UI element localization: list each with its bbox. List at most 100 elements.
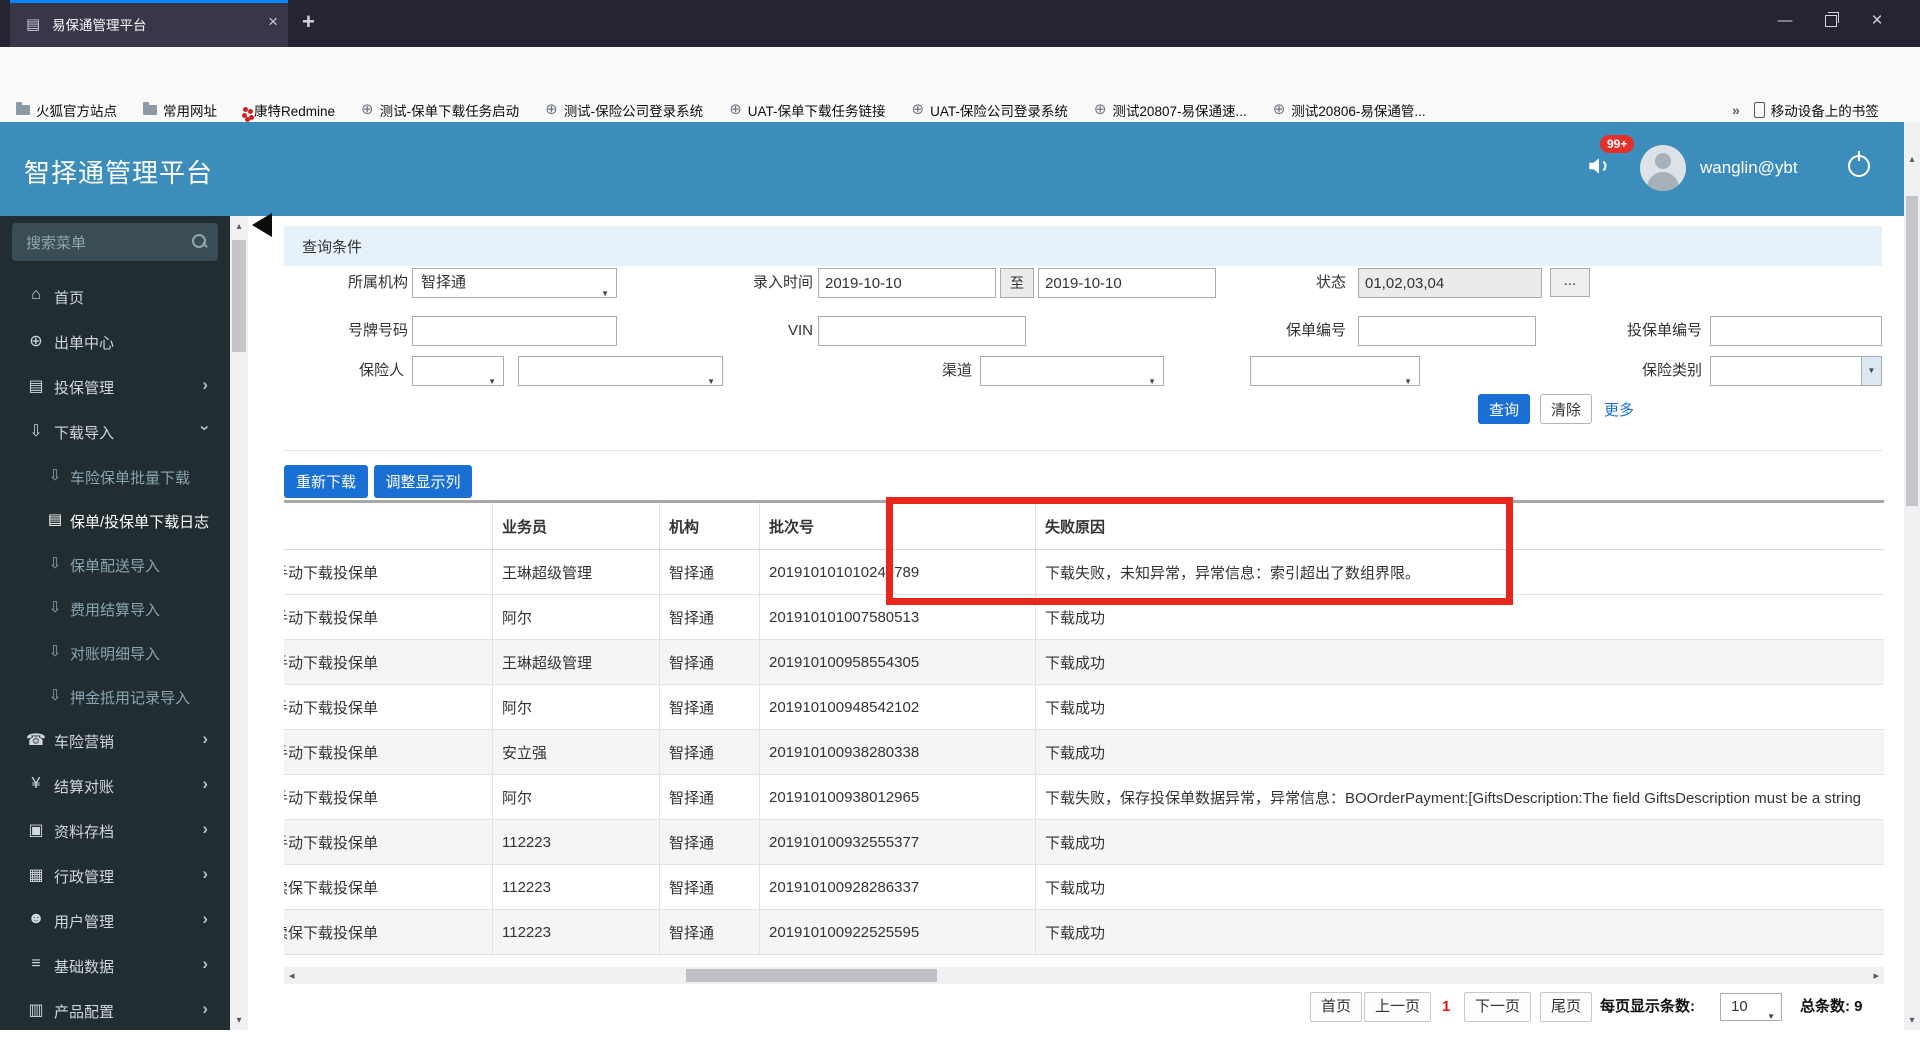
sidebar-scrollbar[interactable]: ▴ ▾	[230, 216, 248, 1030]
channel-label: 渠道	[941, 362, 972, 379]
scroll-left-icon[interactable]: ◂	[289, 969, 295, 982]
pagination-prev-button[interactable]: 上一页	[1364, 992, 1432, 1022]
sidebar-item[interactable]: ▤ 投保管理 ›	[0, 375, 230, 417]
sidebar-subitem-label: 押金抵用记录导入	[70, 690, 191, 707]
scroll-up-icon[interactable]: ▴	[230, 221, 248, 232]
proposal-no-input[interactable]	[1710, 316, 1882, 346]
insurer-type-select[interactable]: ▼	[412, 356, 504, 386]
sidebar-subitem[interactable]: ▤ 保单/投保单下载日志	[0, 509, 230, 549]
policy-no-input[interactable]	[1358, 316, 1536, 346]
globe-icon: ⊕	[361, 101, 374, 118]
window-restore-button[interactable]	[1808, 0, 1854, 42]
sidebar-item[interactable]: ⇩ 下载导入 ›	[0, 420, 230, 462]
sidebar-item[interactable]: ▣ 资料存档 ›	[0, 819, 230, 861]
sidebar-subitem[interactable]: ⇩ 保单配送导入	[0, 553, 230, 593]
page-scrollbar[interactable]: ▴ ▾	[1904, 122, 1920, 1030]
bookmark-item[interactable]: ⊕ 测试-保单下载任务启动	[361, 100, 519, 120]
table-row[interactable]: 手动下载投保单 王琳超级管理 智择通 201910100958554305 下载成功	[284, 640, 1884, 685]
clear-button[interactable]: 清除	[1540, 394, 1592, 424]
bookmark-item[interactable]: 常用网址	[143, 100, 217, 120]
bookmarks-overflow-icon[interactable]: »	[1732, 102, 1740, 118]
sidebar-item[interactable]: ☻ 用户管理 ›	[0, 909, 230, 951]
bookmark-label: 火狐官方站点	[36, 103, 117, 119]
bookmark-item[interactable]: ⊕ 测试20806-易保通管...	[1273, 100, 1426, 120]
avatar[interactable]	[1640, 145, 1686, 191]
folder-icon	[16, 101, 30, 115]
sidebar-item[interactable]: ☎ 车险营销 ›	[0, 729, 230, 771]
chevron-down-icon: ▼	[1767, 1012, 1775, 1021]
date-from-input[interactable]	[818, 268, 996, 298]
sidebar-item-label: 出单中心	[54, 335, 115, 352]
adjust-columns-button[interactable]: 调整显示列	[374, 465, 472, 498]
logout-power-icon[interactable]	[1848, 151, 1870, 177]
menu-search-input[interactable]: 搜索菜单	[12, 223, 218, 261]
search-button[interactable]: 查询	[1478, 394, 1530, 424]
scrollbar-thumb[interactable]	[1906, 196, 1918, 506]
window-close-button[interactable]: ×	[1854, 0, 1900, 42]
window-minimize-button[interactable]: —	[1762, 0, 1808, 42]
table-row[interactable]: 手动下载投保单 安立强 智择通 201910100938280338 下载成功	[284, 730, 1884, 775]
sidebar-subitem[interactable]: ⇩ 对账明细导入	[0, 641, 230, 681]
insurance-type-select[interactable]: ▼	[1710, 356, 1882, 386]
cell-desc: 手动下载投保单	[284, 595, 493, 639]
cell-text: 智择通	[669, 744, 715, 762]
table-row[interactable]: 续保下载投保单 112223 智择通 201910100928286337 下载成功	[284, 865, 1884, 910]
browser-tab[interactable]: ▤ 易保通管理平台 ×	[10, 0, 288, 47]
scroll-down-icon[interactable]: ▾	[1904, 1015, 1920, 1026]
sidebar-subitem[interactable]: ⇩ 费用结算导入	[0, 597, 230, 637]
new-tab-button[interactable]: +	[302, 9, 315, 35]
scroll-up-icon[interactable]: ▴	[1904, 154, 1920, 165]
sidebar-item-label: 基础数据	[54, 959, 115, 976]
table-horizontal-scrollbar[interactable]: ◂ ▸	[284, 967, 1884, 984]
insurer-select[interactable]: ▼	[518, 356, 723, 386]
vin-input[interactable]	[818, 316, 1026, 346]
notification-speaker-icon[interactable]	[1586, 153, 1612, 183]
scroll-right-icon[interactable]: ▸	[1873, 969, 1879, 982]
home-icon: ⌂	[31, 286, 41, 303]
mobile-bookmarks[interactable]: 移动设备上的书签	[1753, 100, 1879, 120]
redownload-button[interactable]: 重新下载	[284, 465, 368, 498]
sidebar-item[interactable]: ▥ 产品配置 ›	[0, 999, 230, 1041]
table-row[interactable]: 手动下载投保单 阿尔 智择通 201910100938012965 下载失败，保存投保单…	[284, 775, 1884, 820]
bookmark-item[interactable]: ⊕ UAT-保单下载任务链接	[729, 100, 885, 120]
date-to-input[interactable]	[1038, 268, 1216, 298]
pagination-current-page[interactable]: 1	[1442, 992, 1450, 1022]
sidebar-subitem[interactable]: ⇩ 车险保单批量下载	[0, 465, 230, 505]
sidebar-item[interactable]: ≡ 基础数据 ›	[0, 954, 230, 996]
tab-close-icon[interactable]: ×	[268, 12, 278, 32]
plate-input[interactable]	[412, 316, 617, 346]
chevron-right-icon: ›	[202, 819, 208, 838]
scrollbar-thumb[interactable]	[686, 969, 937, 982]
table-row[interactable]: 手动下载投保单 112223 智择通 201910100932555377 下载成功	[284, 820, 1884, 865]
channel-sub-select[interactable]: ▼	[1250, 356, 1420, 386]
table-row[interactable]: 手动下载投保单 阿尔 智择通 201910100948542102 下载成功	[284, 685, 1884, 730]
bookmark-item[interactable]: 康特Redmine	[243, 100, 335, 120]
query-panel-header: 查询条件	[284, 226, 1882, 266]
bookmark-item[interactable]: ⊕ UAT-保险公司登录系统	[912, 100, 1068, 120]
status-input[interactable]	[1358, 268, 1542, 298]
scroll-down-icon[interactable]: ▾	[230, 1015, 248, 1026]
bookmark-item[interactable]: 火狐官方站点	[16, 100, 117, 120]
bookmark-item[interactable]: ⊕ 测试-保险公司登录系统	[545, 100, 703, 120]
cell-org: 智择通	[660, 595, 760, 639]
page-size-select[interactable]: 10 ▼	[1720, 993, 1782, 1021]
scrollbar-thumb[interactable]	[232, 240, 246, 352]
more-link[interactable]: 更多	[1604, 399, 1634, 420]
cell-batch: 201910101007580513	[760, 595, 919, 639]
channel-select[interactable]: ▼	[980, 356, 1164, 386]
sidebar-item[interactable]: ⌂ 首页	[0, 285, 230, 327]
pagination-last-button[interactable]: 尾页	[1540, 992, 1593, 1022]
cell-text: 王琳超级管理	[502, 654, 593, 672]
org-select[interactable]: 智择通 ▼	[412, 268, 617, 298]
pagination-next-button[interactable]: 下一页	[1464, 992, 1532, 1022]
sidebar-item[interactable]: ⊕ 出单中心	[0, 330, 230, 372]
pagination-first-button[interactable]: 首页	[1310, 992, 1363, 1022]
sidebar-item[interactable]: ¥ 结算对账 ›	[0, 774, 230, 816]
table-row[interactable]: 续保下载投保单 112223 智择通 201910100922525595 下载成功	[284, 910, 1884, 955]
bookmark-item[interactable]: ⊕ 测试20807-易保通速...	[1094, 100, 1247, 120]
sidebar-subitem[interactable]: ⇩ 押金抵用记录导入	[0, 685, 230, 725]
sidebar-collapse-icon[interactable]	[252, 213, 272, 237]
sidebar-item[interactable]: ▦ 行政管理 ›	[0, 864, 230, 906]
status-more-button[interactable]: ...	[1550, 268, 1590, 297]
download-icon: ⇩	[48, 687, 62, 704]
